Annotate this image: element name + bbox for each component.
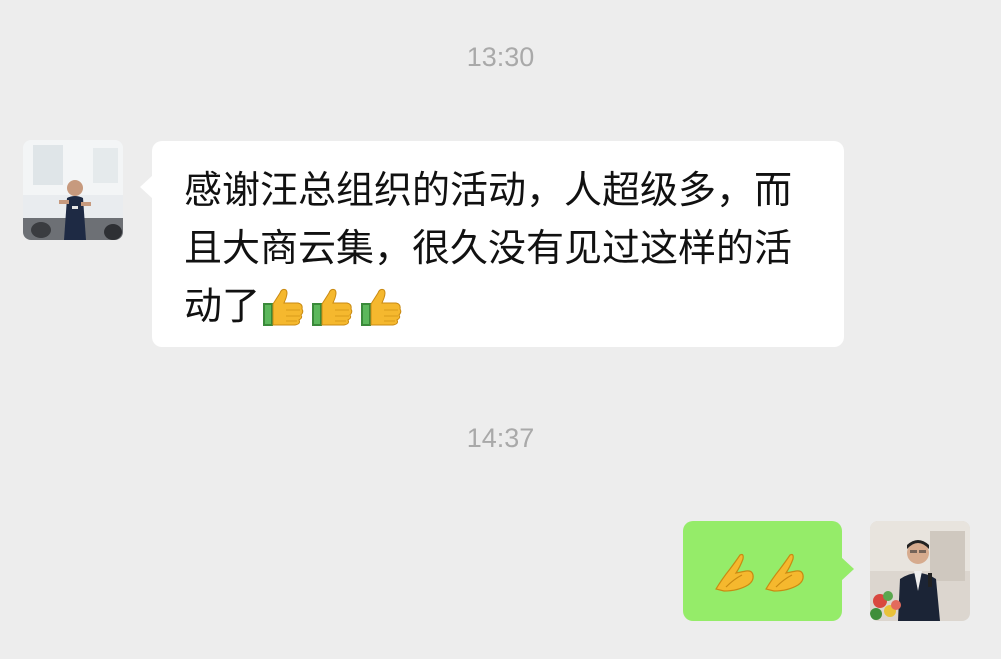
- thumbs-up-icon: [361, 288, 402, 326]
- chat-view: 13:30 感谢汪总组织的活动，人超级多，而且大商云集，很久没有见过这样的活动了: [0, 0, 1001, 659]
- avatar-photo: [870, 521, 970, 621]
- message-content: 感谢汪总组织的活动，人超级多，而且大商云集，很久没有见过这样的活动了: [184, 161, 824, 338]
- folded-hands-icon: [715, 553, 754, 592]
- incoming-message-bubble[interactable]: 感谢汪总组织的活动，人超级多，而且大商云集，很久没有见过这样的活动了: [140, 141, 844, 347]
- timestamp: 13:30: [466, 42, 535, 72]
- user-avatar[interactable]: [870, 521, 970, 621]
- emoji-group: [260, 280, 407, 338]
- thumbs-up-icon: [263, 288, 304, 326]
- folded-hands-icon: [765, 553, 804, 592]
- emoji-group: [712, 549, 812, 599]
- avatar-photo: [23, 140, 123, 240]
- thumbs-up-icon: [312, 288, 353, 326]
- contact-avatar[interactable]: [23, 140, 123, 240]
- timestamp: 14:37: [466, 423, 535, 453]
- outgoing-message-bubble[interactable]: [683, 521, 854, 621]
